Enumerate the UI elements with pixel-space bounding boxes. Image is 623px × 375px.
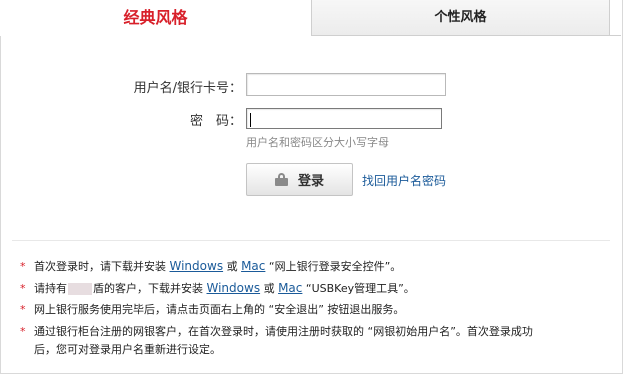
windows-download-link[interactable]: Windows xyxy=(170,259,224,273)
windows-usbkey-link[interactable]: Windows xyxy=(207,281,261,295)
username-label: 用户名/银行卡号： xyxy=(133,81,242,96)
tab-classic-style[interactable]: 经典风格 xyxy=(0,0,311,36)
redacted-block xyxy=(68,283,92,295)
password-input[interactable] xyxy=(246,108,442,129)
mac-usbkey-link[interactable]: Mac xyxy=(278,281,302,295)
notice-item-1: * 首次登录时，请下载并安装 Windows 或 Mac “网上银行登录安全控件”… xyxy=(20,259,402,273)
case-sensitive-hint: 用户名和密码区分大小写字母 xyxy=(246,136,389,149)
text-caret xyxy=(250,113,251,127)
tab-strip-edge xyxy=(610,0,621,36)
notice-item-4: * 通过银行柜台注册的网银客户，在首次登录时，请使用注册时获取的 “网银初始用户名… xyxy=(20,325,533,356)
recover-credentials-link[interactable]: 找回用户名密码 xyxy=(362,172,446,189)
login-button-label: 登录 xyxy=(297,174,324,189)
lock-icon xyxy=(274,173,288,186)
notice-item-3: * 网上银行服务使用完毕后，请点击页面右上角的 “安全退出” 按钮退出服务。 xyxy=(20,303,405,316)
username-input[interactable] xyxy=(246,73,446,96)
tab-personal-style[interactable]: 个性风格 xyxy=(311,0,610,36)
mac-download-link[interactable]: Mac xyxy=(241,259,265,273)
login-button[interactable]: 登录 xyxy=(246,163,353,196)
notice-item-2: * 请持有 盾的客户，下载并安装 Windows 或 Mac “USBKey管理工具… xyxy=(20,281,415,295)
divider xyxy=(12,240,610,241)
password-label: 密 码： xyxy=(189,114,242,129)
